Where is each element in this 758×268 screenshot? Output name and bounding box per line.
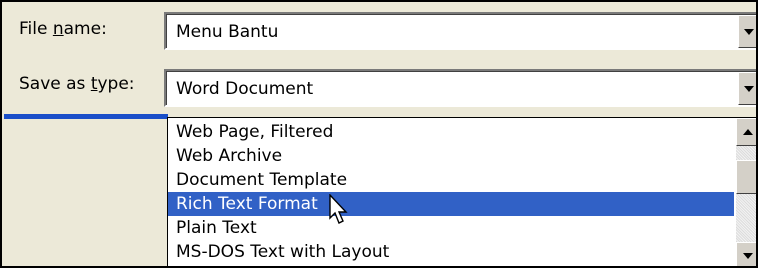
list-item[interactable]: Web Archive	[168, 144, 734, 168]
file-name-dropdown-button[interactable]	[738, 15, 756, 48]
file-name-combo[interactable]: Menu Bantu	[164, 12, 756, 50]
scrollbar-thumb[interactable]	[736, 160, 756, 194]
scroll-up-icon	[743, 129, 753, 135]
chevron-down-icon	[744, 85, 754, 92]
focus-accent-line	[4, 114, 168, 119]
save-as-type-combo[interactable]: Word Document	[164, 69, 756, 107]
save-as-type-dropdown-list[interactable]: Web Page, Filtered Web Archive Document …	[167, 117, 756, 266]
save-as-type-label: Save as type:	[19, 74, 135, 94]
file-name-value[interactable]: Menu Bantu	[176, 22, 278, 42]
file-name-label: File name:	[19, 19, 107, 39]
vertical-scrollbar[interactable]	[736, 118, 756, 266]
scroll-up-button[interactable]	[736, 118, 756, 146]
scroll-down-button[interactable]	[736, 242, 756, 266]
save-dialog-fragment: File name: Menu Bantu Save as type: Word…	[0, 0, 758, 268]
list-item[interactable]: Web Page, Filtered	[168, 120, 734, 144]
chevron-down-icon	[744, 28, 754, 35]
list-item-selected[interactable]: Rich Text Format	[168, 192, 734, 216]
list-item[interactable]: MS-DOS Text with Layout	[168, 240, 734, 264]
list-item[interactable]: Document Template	[168, 168, 734, 192]
save-as-type-dropdown-button[interactable]	[738, 72, 756, 105]
mouse-pointer-icon	[329, 194, 348, 224]
list-item[interactable]: Plain Text	[168, 216, 734, 240]
scroll-down-icon	[743, 253, 753, 259]
save-as-type-value[interactable]: Word Document	[176, 79, 313, 99]
